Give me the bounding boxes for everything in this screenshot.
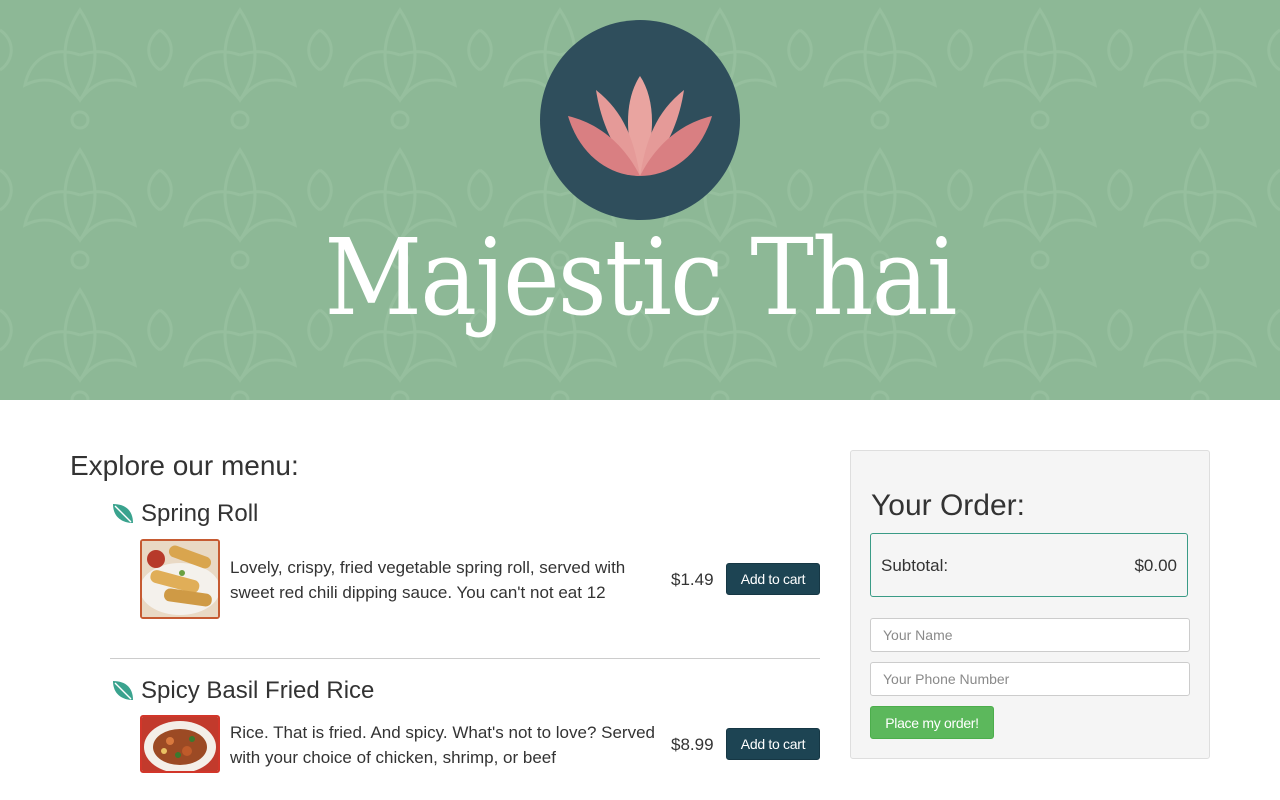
place-order-button[interactable]: Place my order! <box>870 706 994 739</box>
menu-item-description: Rice. That is fried. And spicy. What's n… <box>230 723 655 767</box>
brand-title: Majestic Thai <box>324 216 957 339</box>
lotus-logo-icon <box>540 20 740 220</box>
menu-section: Explore our menu: Spring Roll Lovely, cr… <box>70 448 820 773</box>
menu-item-title: Spicy Basil Fried Rice <box>110 677 374 705</box>
order-heading: Your Order: <box>871 489 1025 522</box>
menu-item-name: Spring Roll <box>141 500 259 527</box>
leaf-icon <box>113 681 133 700</box>
phone-input[interactable] <box>870 662 1190 696</box>
name-input[interactable] <box>870 618 1190 652</box>
menu-item-price: $1.49 <box>671 570 714 589</box>
menu-item-title: Spring Roll <box>110 500 258 528</box>
menu-item-name: Spicy Basil Fried Rice <box>141 677 375 704</box>
hero-banner: Majestic Thai <box>0 0 1280 400</box>
fried-rice-thumbnail <box>140 715 220 773</box>
menu-item-price: $8.99 <box>671 735 714 754</box>
menu-divider <box>110 658 820 659</box>
menu-item-description: Lovely, crispy, fried vegetable spring r… <box>230 558 626 602</box>
menu-heading: Explore our menu: <box>70 450 299 481</box>
subtotal-box: Subtotal: $0.00 <box>870 533 1188 597</box>
add-to-cart-button[interactable]: Add to cart <box>726 563 820 595</box>
add-to-cart-button[interactable]: Add to cart <box>726 728 820 760</box>
subtotal-label: Subtotal: <box>881 556 949 575</box>
subtotal-value: $0.00 <box>1134 556 1177 575</box>
leaf-icon <box>113 504 133 523</box>
spring-roll-thumbnail <box>140 539 220 619</box>
order-panel: Your Order: Subtotal: $0.00 Place my ord… <box>850 450 1210 759</box>
